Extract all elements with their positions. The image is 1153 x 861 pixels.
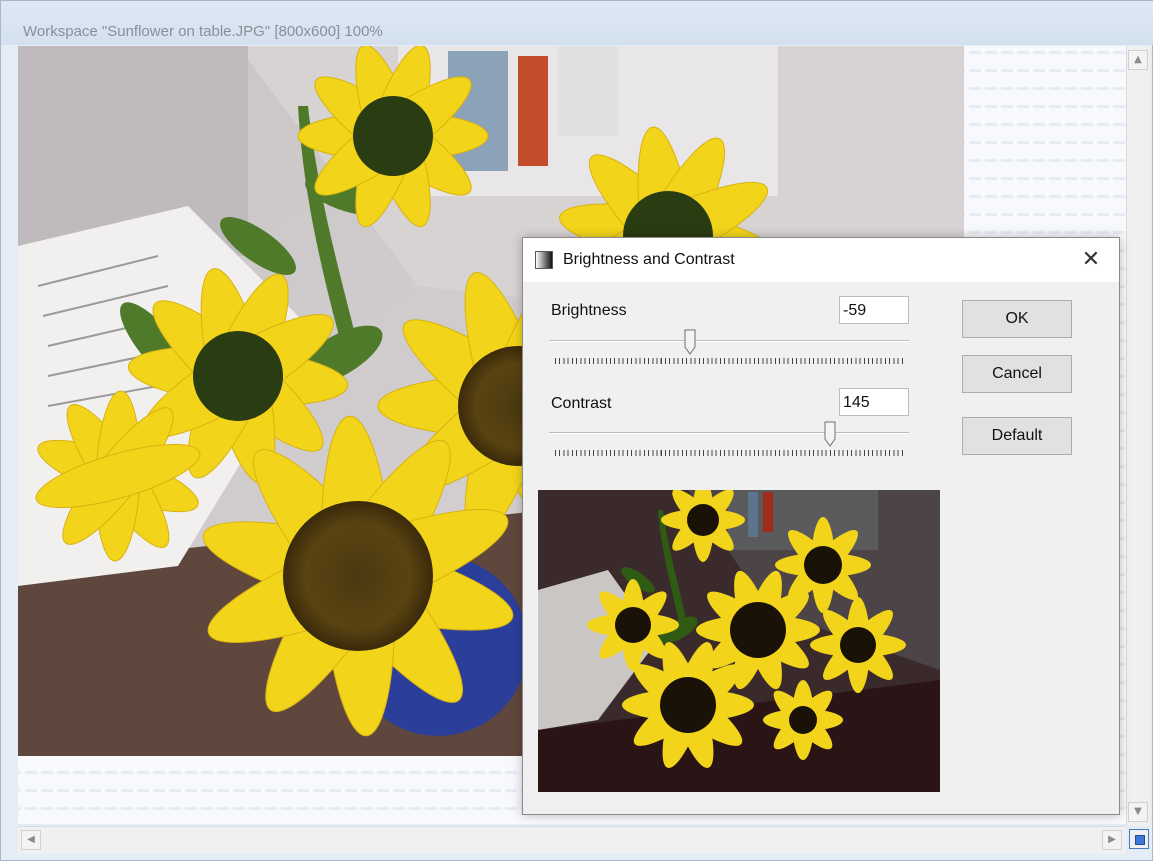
horizontal-scrollbar[interactable]: ◀ ▶ (18, 826, 1126, 854)
scroll-up-icon[interactable]: ▲ (1128, 50, 1148, 70)
contrast-value-field[interactable]: 145 (839, 388, 909, 416)
brightness-slider[interactable] (549, 328, 911, 368)
workspace-title: Workspace "Sunflower on table.JPG" [800x… (23, 23, 383, 40)
brightness-slider-thumb[interactable] (684, 329, 696, 355)
sunflower-preview (538, 490, 940, 792)
brightness-value-field[interactable]: -59 (839, 296, 909, 324)
brightness-slider-ticks (555, 358, 905, 364)
dialog-title: Brightness and Contrast (563, 251, 735, 268)
ok-button[interactable]: OK (962, 300, 1072, 338)
scroll-down-icon[interactable]: ▼ (1128, 802, 1148, 822)
cancel-button[interactable]: Cancel (962, 355, 1072, 393)
workspace-window: Workspace "Sunflower on table.JPG" [800x… (0, 0, 1153, 861)
dialog-titlebar[interactable]: Brightness and Contrast ✕ (523, 238, 1119, 282)
default-button[interactable]: Default (962, 417, 1072, 455)
brightness-label: Brightness (551, 302, 627, 319)
contrast-slider[interactable] (549, 420, 911, 460)
preview-image (538, 490, 940, 792)
workspace-titlebar: Workspace "Sunflower on table.JPG" [800x… (1, 1, 1153, 45)
contrast-slider-thumb[interactable] (824, 421, 836, 447)
contrast-label: Contrast (551, 395, 612, 412)
brightness-slider-track (549, 340, 909, 342)
contrast-slider-ticks (555, 450, 905, 456)
contrast-slider-track (549, 432, 909, 434)
scroll-left-icon[interactable]: ◀ (21, 830, 41, 850)
brightness-contrast-icon (535, 251, 553, 269)
size-grip-icon[interactable] (1129, 829, 1149, 849)
close-icon[interactable]: ✕ (1071, 244, 1111, 276)
brightness-contrast-dialog: Brightness and Contrast ✕ Brightness -59… (522, 237, 1120, 815)
scroll-right-icon[interactable]: ▶ (1102, 830, 1122, 850)
vertical-scrollbar[interactable]: ▲ ▼ (1126, 46, 1150, 826)
